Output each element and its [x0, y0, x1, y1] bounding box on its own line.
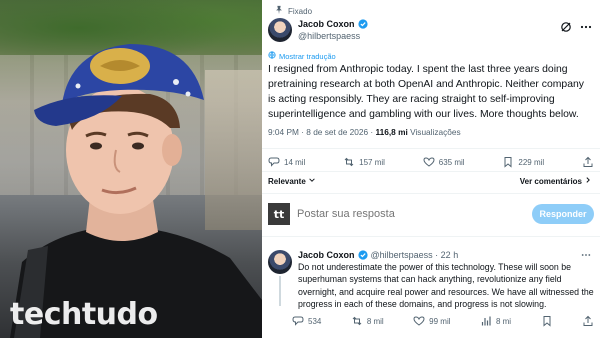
reply-input[interactable]: [297, 208, 532, 220]
reply-action-bar: 534 8 mil 99 mil 8 mi: [292, 314, 594, 328]
pin-icon: [268, 5, 284, 17]
repost-icon: [352, 316, 362, 326]
reply-author-name[interactable]: Jacob Coxon @hilbertspaess · 22 h: [298, 250, 458, 260]
views-count: 116,8 mi: [375, 127, 408, 137]
heart-icon: [413, 316, 425, 326]
pinned-label: Fixado: [288, 6, 313, 16]
reply-icon: [268, 157, 280, 167]
pinned-indicator: Fixado: [268, 4, 312, 18]
reply-author-avatar[interactable]: [268, 250, 292, 274]
bookmark-action[interactable]: [541, 315, 553, 327]
reply-button[interactable]: Responder: [532, 204, 594, 224]
share-icon: [583, 315, 593, 326]
reply-count: 14 mil: [284, 157, 306, 167]
person-in-cap: [10, 44, 262, 338]
techtudo-watermark: techtudo: [10, 297, 158, 332]
share-action[interactable]: [582, 156, 594, 168]
bookmark-icon: [504, 157, 512, 168]
see-quotes-link[interactable]: Ver comentários: [520, 176, 592, 186]
divider: [262, 171, 600, 172]
repost-action[interactable]: 8 mil: [351, 315, 384, 327]
chevron-down-icon: [308, 176, 316, 186]
thread-connector-line: [279, 276, 281, 306]
quotes-label: Ver comentários: [519, 176, 582, 186]
share-icon: [583, 156, 593, 167]
author-name[interactable]: Jacob Coxon: [298, 19, 368, 29]
verified-badge-icon: [357, 250, 368, 260]
like-action[interactable]: 635 mil: [423, 156, 465, 168]
repost-count: 8 mil: [366, 316, 384, 326]
reply-body-text: Do not underestimate the power of this t…: [298, 262, 594, 309]
grok-icon[interactable]: [560, 20, 572, 32]
reply-icon: [292, 316, 304, 326]
reply-action[interactable]: 534: [292, 315, 321, 327]
reply-composer: tt Responder: [268, 202, 594, 226]
news-photo: techtudo: [0, 0, 262, 338]
author-avatar[interactable]: [268, 18, 292, 42]
sort-relevant-dropdown[interactable]: Relevante: [268, 176, 316, 186]
divider: [262, 236, 600, 237]
post-body-text: I resigned from Anthropic today. I spent…: [268, 64, 584, 120]
translate-label: Mostrar tradução: [279, 51, 336, 61]
views-action[interactable]: 8 mi: [480, 315, 511, 327]
bookmark-count: 229 mil: [518, 157, 545, 167]
divider: [262, 193, 600, 194]
chevron-right-icon: [584, 176, 592, 186]
views-label: Visualizações: [407, 127, 461, 137]
post-thread: Fixado Jacob Coxon @hilbertspaess Mostra…: [262, 0, 600, 338]
reply-action[interactable]: 14 mil: [268, 156, 305, 168]
heart-icon: [423, 157, 435, 167]
author-handle[interactable]: @hilbertspaess: [298, 31, 360, 41]
more-options-icon[interactable]: [580, 20, 592, 32]
post-action-bar: 14 mil 157 mil 635 mil 229 mil: [268, 155, 594, 169]
show-translation-link[interactable]: Mostrar tradução: [268, 51, 336, 61]
verified-badge-icon: [357, 19, 368, 29]
reply-count: 534: [308, 316, 322, 326]
like-count: 635 mil: [438, 157, 465, 167]
share-action[interactable]: [582, 315, 594, 327]
globe-icon: [268, 51, 276, 61]
repost-count: 157 mil: [359, 157, 385, 167]
more-options-icon[interactable]: [580, 250, 592, 260]
views-count: 8 mi: [495, 316, 512, 326]
sort-label: Relevante: [268, 176, 306, 186]
current-user-avatar[interactable]: tt: [268, 203, 290, 225]
post-timestamp[interactable]: 9:04 PM · 8 de set de 2026 ·: [268, 127, 375, 137]
views-chart-icon: [481, 316, 491, 326]
repost-icon: [344, 157, 354, 167]
reply-author-name-text: Jacob Coxon: [298, 250, 355, 260]
reply-author-handle[interactable]: @hilbertspaess · 22 h: [371, 250, 459, 260]
bookmark-action[interactable]: 229 mil: [502, 156, 544, 168]
post-header-actions: [560, 20, 592, 32]
author-name-text: Jacob Coxon: [298, 19, 355, 29]
divider: [262, 148, 600, 149]
like-action[interactable]: 99 mil: [413, 315, 451, 327]
repost-action[interactable]: 157 mil: [343, 156, 385, 168]
bookmark-icon: [543, 316, 551, 327]
post-metadata: 9:04 PM · 8 de set de 2026 · 116,8 mi Vi…: [268, 127, 461, 137]
like-count: 99 mil: [429, 316, 451, 326]
